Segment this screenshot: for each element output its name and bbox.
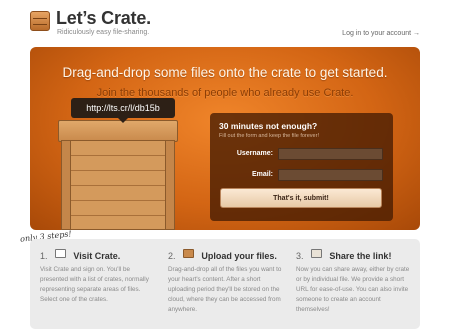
step-number: 3. bbox=[296, 251, 304, 261]
browser-window-icon bbox=[54, 249, 66, 259]
login-link[interactable]: Log in to your account → bbox=[342, 30, 420, 37]
step-title: Share the link! bbox=[329, 251, 392, 261]
form-title: 30 minutes not enough? bbox=[219, 121, 318, 131]
step-body: Now you can share away, either by crate … bbox=[296, 266, 410, 313]
step-upload: 2. Upload your files. Drag-and-drop all … bbox=[168, 246, 286, 315]
email-input[interactable] bbox=[278, 169, 383, 181]
username-label: Username: bbox=[236, 150, 273, 157]
crate-icon bbox=[182, 249, 194, 259]
crate-dropzone[interactable] bbox=[58, 120, 178, 230]
step-visit: 1. Visit Crate. Visit Crate and sign on.… bbox=[40, 246, 158, 305]
step-share: 3. Share the link! Now you can share awa… bbox=[296, 246, 414, 315]
share-icon bbox=[310, 249, 322, 259]
step-number: 1. bbox=[40, 251, 48, 261]
submit-button[interactable]: That's it, submit! bbox=[220, 188, 382, 208]
site-tagline: Ridiculously easy file-sharing. bbox=[57, 29, 150, 36]
signup-form: 30 minutes not enough? Fill out the form… bbox=[210, 113, 393, 221]
crate-lid bbox=[58, 120, 178, 142]
crate-url-tooltip[interactable]: http://lts.cr/l/db15b bbox=[71, 98, 175, 123]
crate-logo-icon[interactable] bbox=[30, 11, 50, 31]
username-input[interactable] bbox=[278, 148, 383, 160]
hero-headline: Drag-and-drop some files onto the crate … bbox=[62, 65, 388, 80]
step-title: Visit Crate. bbox=[73, 251, 121, 261]
form-subtitle: Fill out the form and keep the file fore… bbox=[219, 133, 319, 139]
step-body: Drag-and-drop all of the files you want … bbox=[168, 266, 282, 313]
site-title[interactable]: Let’s Crate. bbox=[56, 8, 151, 29]
steps-panel: 1. Visit Crate. Visit Crate and sign on.… bbox=[30, 239, 420, 329]
step-body: Visit Crate and sign on. You'll be prese… bbox=[40, 266, 149, 303]
email-label: Email: bbox=[251, 171, 273, 178]
step-title: Upload your files. bbox=[201, 251, 277, 261]
step-number: 2. bbox=[168, 251, 176, 261]
crate-body bbox=[61, 140, 175, 230]
header: Let’s Crate. Ridiculously easy file-shar… bbox=[0, 0, 450, 44]
